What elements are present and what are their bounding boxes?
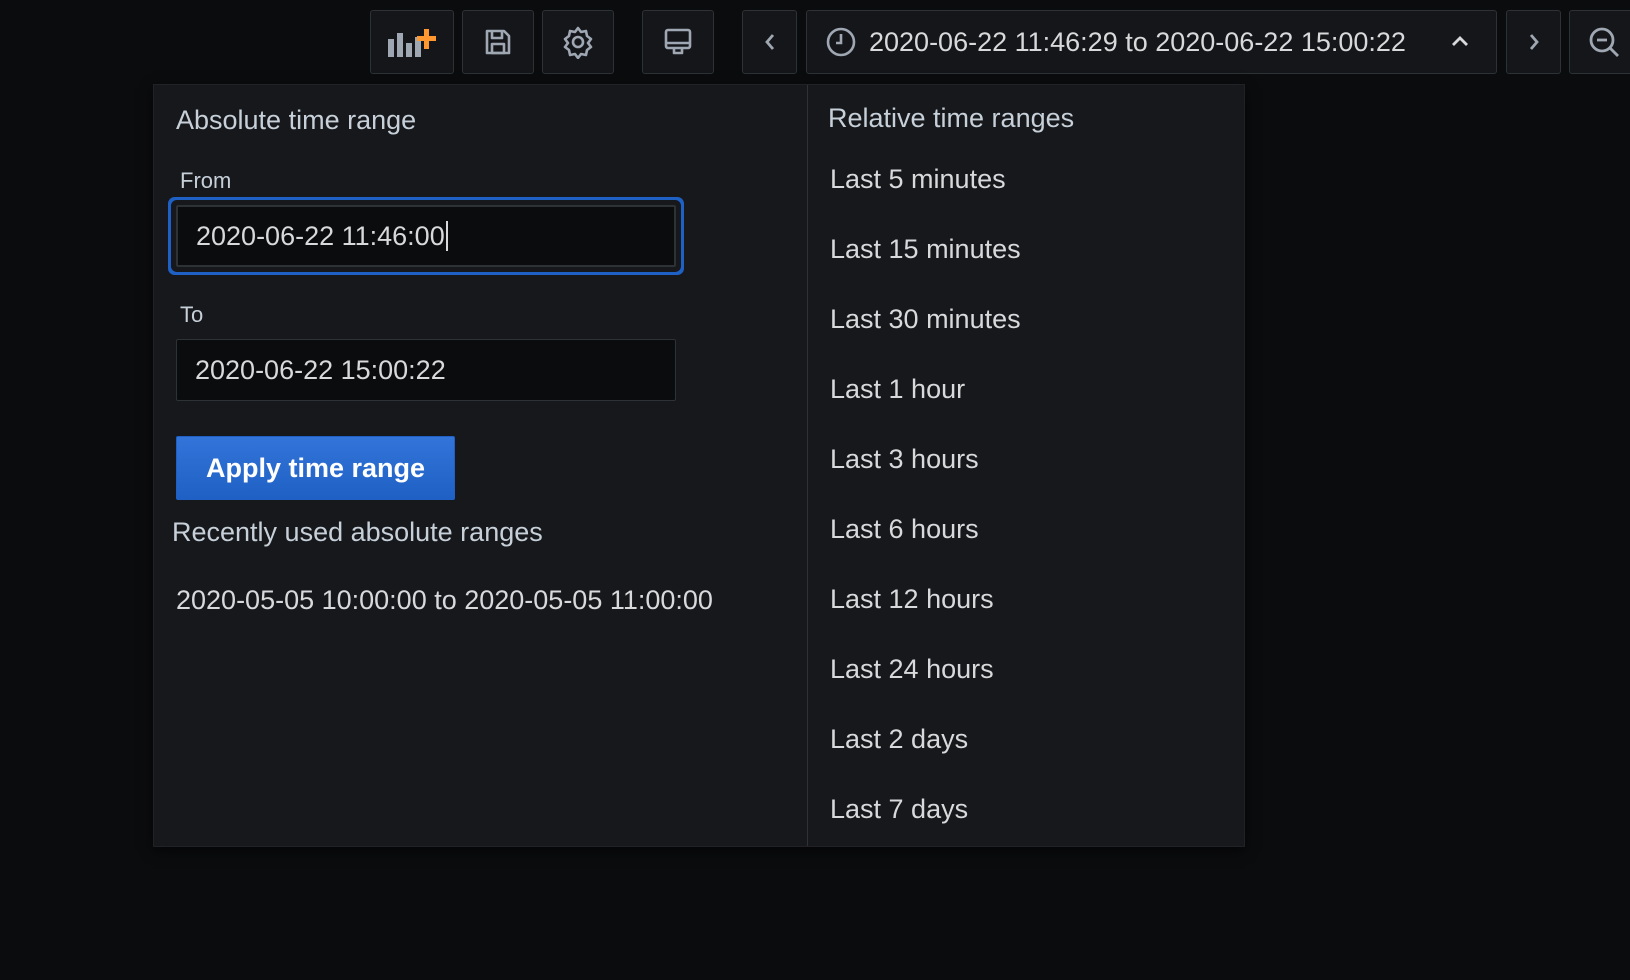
add-panel-button[interactable] [370, 10, 454, 74]
time-shift-back-button[interactable] [742, 10, 797, 74]
recent-range-item[interactable]: 2020-05-05 10:00:00 to 2020-05-05 11:00:… [176, 585, 713, 616]
relative-range-item[interactable]: Last 5 minutes [830, 161, 1021, 231]
to-label: To [180, 302, 204, 327]
dashboard-toolbar: 2020-06-22 11:46:29 to 2020-06-22 15:00:… [0, 10, 1630, 74]
zoom-out-button[interactable] [1569, 10, 1630, 74]
add-panel-icon [388, 29, 436, 57]
gear-icon [563, 26, 593, 59]
to-input[interactable]: 2020-06-22 15:00:22 [176, 339, 676, 401]
relative-range-item[interactable]: Last 30 minutes [830, 301, 1021, 371]
time-range-popover: Absolute time range From 2020-06-22 11:4… [153, 84, 1245, 847]
relative-range-item[interactable]: Last 24 hours [830, 651, 1021, 721]
clock-icon [826, 27, 856, 57]
zoom-out-icon [1589, 27, 1619, 57]
relative-range-item[interactable]: Last 1 hour [830, 371, 1021, 441]
relative-range-item[interactable]: Last 2 days [830, 721, 1021, 791]
relative-range-item[interactable]: Last 15 minutes [830, 231, 1021, 301]
time-picker-button[interactable]: 2020-06-22 11:46:29 to 2020-06-22 15:00:… [806, 10, 1497, 74]
relative-range-list: Last 5 minutes Last 15 minutes Last 30 m… [830, 161, 1021, 861]
relative-range-item[interactable]: Last 6 hours [830, 511, 1021, 581]
from-input[interactable]: 2020-06-22 11:46:00 [176, 205, 676, 267]
dashboard-settings-button[interactable] [542, 10, 614, 74]
absolute-range-pane: Absolute time range From 2020-06-22 11:4… [154, 85, 807, 846]
tv-mode-button[interactable] [642, 10, 714, 74]
relative-range-item[interactable]: Last 12 hours [830, 581, 1021, 651]
from-input-value: 2020-06-22 11:46:00 [196, 220, 445, 251]
relative-range-pane: Relative time ranges Last 5 minutes Last… [807, 85, 1245, 846]
absolute-range-title: Absolute time range [176, 105, 417, 135]
text-cursor [445, 221, 448, 251]
relative-range-item[interactable]: Last 7 days [830, 791, 1021, 861]
time-range-label: 2020-06-22 11:46:29 to 2020-06-22 15:00:… [869, 26, 1406, 57]
relative-range-item[interactable]: Last 3 hours [830, 441, 1021, 511]
monitor-icon [664, 28, 692, 55]
relative-ranges-title: Relative time ranges [828, 103, 1075, 133]
chevron-up-icon [1452, 36, 1468, 46]
to-input-value: 2020-06-22 15:00:22 [195, 354, 446, 385]
save-dashboard-button[interactable] [462, 10, 534, 74]
from-label: From [180, 168, 232, 193]
save-icon [485, 29, 511, 55]
chevron-right-icon [1529, 34, 1539, 50]
time-shift-forward-button[interactable] [1506, 10, 1561, 74]
apply-time-range-button[interactable]: Apply time range [176, 436, 455, 500]
recent-ranges-title: Recently used absolute ranges [172, 517, 543, 547]
chevron-left-icon [764, 34, 774, 50]
